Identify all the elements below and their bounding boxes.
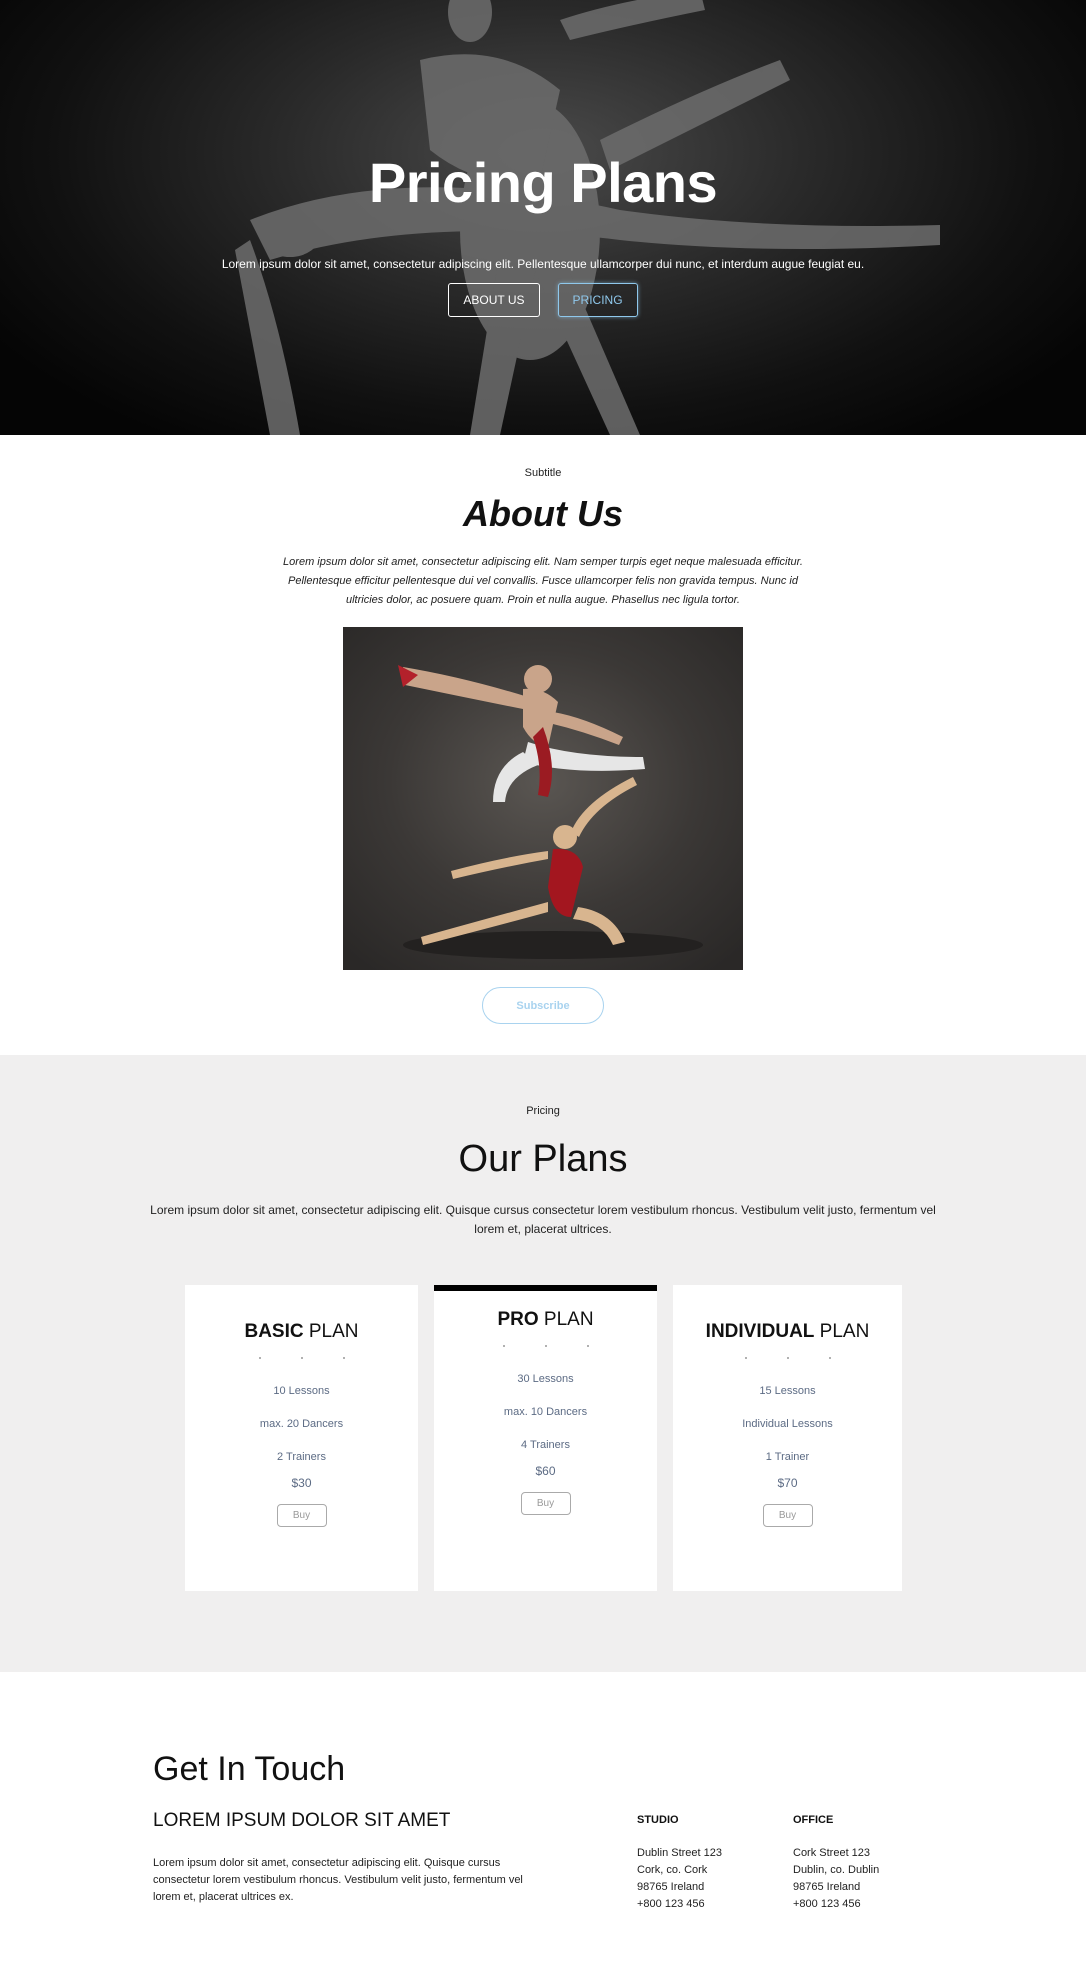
contact-heading: LOREM IPSUM DOLOR SIT AMET <box>153 1810 451 1831</box>
buy-button[interactable]: Buy <box>520 1492 571 1515</box>
plan-name-bold: BASIC <box>244 1321 304 1342</box>
pricing-description: Lorem ipsum dolor sit amet, consectetur … <box>150 1203 936 1236</box>
plan-feature: 4 Trainers <box>521 1439 570 1451</box>
address-line: 98765 Ireland <box>793 1881 861 1893</box>
about-subtitle: Subtitle <box>524 467 562 479</box>
pricing-section: Pricing Our Plans Lorem ipsum dolor sit … <box>0 1055 1086 1672</box>
hero-background-image <box>235 0 940 435</box>
plan-name-rest: PLAN <box>538 1309 594 1330</box>
studio-heading: STUDIO <box>637 1814 679 1826</box>
contact-title: Get In Touch <box>153 1750 346 1788</box>
phone-line: +800 123 456 <box>637 1898 705 1910</box>
about-section: Subtitle About Us Lorem ipsum dolor sit … <box>0 435 1086 1055</box>
plan-divider-dots <box>185 1357 418 1363</box>
plan-card-individual: INDIVIDUAL PLAN 15 Lessons Individual Le… <box>673 1285 902 1591</box>
contact-section: Get In Touch LOREM IPSUM DOLOR SIT AMET … <box>0 1672 1086 1977</box>
about-text: Lorem ipsum dolor sit amet, consectetur … <box>283 556 803 606</box>
plan-name-bold: PRO <box>497 1309 539 1330</box>
hero-title: Pricing Plans <box>368 151 718 214</box>
pricing-button[interactable]: PRICING <box>557 283 638 317</box>
plan-price: $60 <box>535 1464 556 1478</box>
plan-feature: 2 Trainers <box>277 1451 326 1463</box>
plan-name: PRO PLAN <box>434 1309 657 1331</box>
pricing-title: Our Plans <box>458 1138 628 1180</box>
plan-divider-dots <box>673 1357 902 1363</box>
plan-feature: 1 Trainer <box>765 1451 810 1463</box>
address-line: Dublin Street 123 <box>637 1847 722 1859</box>
plan-feature: max. 10 Dancers <box>503 1406 588 1418</box>
contact-text: Lorem ipsum dolor sit amet, consectetur … <box>153 1857 523 1903</box>
address-line: 98765 Ireland <box>637 1881 705 1893</box>
plan-name-rest: PLAN <box>814 1321 870 1342</box>
plan-name: INDIVIDUAL PLAN <box>673 1321 902 1343</box>
plan-name-bold: INDIVIDUAL <box>705 1321 815 1342</box>
dancers-photo <box>343 627 743 970</box>
plan-feature: max. 20 Dancers <box>259 1418 344 1430</box>
hero-subtitle: Lorem ipsum dolor sit amet, consectetur … <box>221 257 865 271</box>
plan-feature: 15 Lessons <box>759 1385 816 1397</box>
plan-price: $70 <box>777 1476 798 1490</box>
plan-feature: 10 Lessons <box>273 1385 330 1397</box>
office-address: OFFICE Cork Street 123 Dublin, co. Dubli… <box>793 1812 923 1913</box>
plan-card-basic: BASIC PLAN 10 Lessons max. 20 Dancers 2 … <box>185 1285 418 1591</box>
office-heading: OFFICE <box>793 1814 834 1826</box>
address-line: Cork, co. Cork <box>637 1864 708 1876</box>
address-line: Cork Street 123 <box>793 1847 871 1859</box>
studio-address: STUDIO Dublin Street 123 Cork, co. Cork … <box>637 1812 767 1913</box>
plan-feature: 30 Lessons <box>517 1373 574 1385</box>
plan-name: BASIC PLAN <box>185 1321 418 1343</box>
address-line: Dublin, co. Dublin <box>793 1864 880 1876</box>
hero-buttons: ABOUT US PRICING <box>0 283 1086 317</box>
hero-section: Pricing Plans Lorem ipsum dolor sit amet… <box>0 0 1086 435</box>
about-us-button[interactable]: ABOUT US <box>448 283 540 317</box>
plan-divider-dots <box>434 1345 657 1351</box>
phone-line: +800 123 456 <box>793 1898 861 1910</box>
subscribe-button[interactable]: Subscribe <box>482 987 604 1024</box>
about-title: About Us <box>463 493 623 534</box>
plan-price: $30 <box>291 1476 312 1490</box>
pricing-label: Pricing <box>526 1105 560 1117</box>
buy-button[interactable]: Buy <box>276 1504 327 1527</box>
plan-card-pro: PRO PLAN 30 Lessons max. 10 Dancers 4 Tr… <box>434 1285 657 1591</box>
plan-feature: Individual Lessons <box>742 1418 833 1430</box>
plan-name-rest: PLAN <box>303 1321 359 1342</box>
buy-button[interactable]: Buy <box>762 1504 813 1527</box>
